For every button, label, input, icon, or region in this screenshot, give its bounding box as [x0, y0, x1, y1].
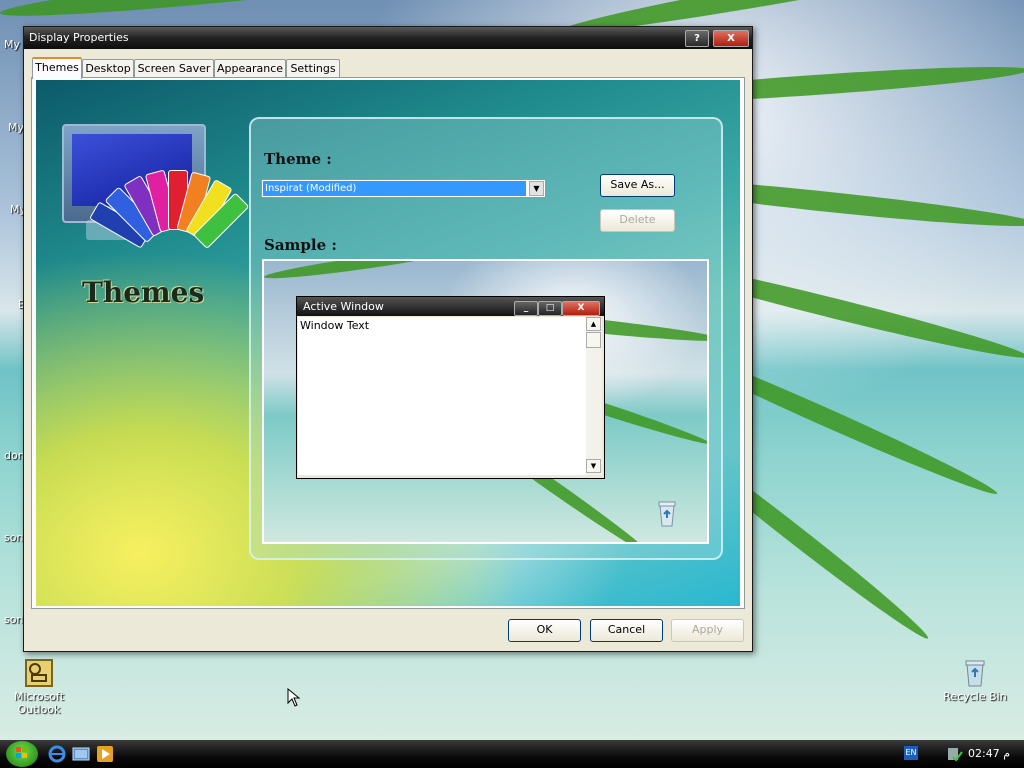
desktop-edge-label[interactable]: son [4, 613, 23, 626]
help-button[interactable]: ? [685, 30, 709, 47]
themes-panel: Themes Theme : Inspirat (Modified) ▼ Sav… [31, 77, 745, 609]
language-indicator[interactable]: EN [904, 746, 918, 760]
scroll-down-icon: ▼ [586, 459, 601, 473]
close-button[interactable]: X [713, 30, 749, 47]
windows-logo-icon [16, 747, 27, 758]
title-bar[interactable]: Display Properties ? X [24, 27, 752, 49]
sample-scrollbar: ▲ ▼ [586, 317, 602, 475]
recycle-bin-icon [960, 658, 990, 688]
desktop-icon-outlook[interactable]: Microsoft Outlook [4, 658, 74, 716]
ok-button[interactable]: OK [508, 619, 581, 642]
scroll-up-icon: ▲ [586, 317, 601, 331]
palm-frond [0, 0, 559, 26]
tab-themes[interactable]: Themes [32, 57, 82, 79]
sample-preview: Active Window _ □ X Window Text ▲ ▼ [262, 259, 709, 544]
outlook-icon [24, 658, 54, 688]
tab-desktop[interactable]: Desktop [82, 59, 134, 77]
delete-button[interactable]: Delete [600, 209, 675, 232]
taskbar: EN 02:47 م [0, 740, 1024, 768]
sample-label: Sample : [264, 236, 337, 254]
desktop-icon-label: Microsoft Outlook [13, 690, 65, 716]
desktop-icon-label: Recycle Bin [943, 690, 1007, 703]
sample-window-text: Window Text [298, 317, 586, 475]
desktop-edge-label[interactable]: My [4, 38, 20, 51]
minimize-icon: _ [514, 301, 538, 316]
display-properties-window: Display Properties ? X Themes Desktop Sc… [23, 26, 753, 652]
desktop-icon-recycle-bin[interactable]: Recycle Bin [940, 658, 1010, 703]
theme-dropdown-value: Inspirat (Modified) [263, 181, 526, 196]
clock[interactable]: 02:47 م [968, 747, 1010, 760]
theme-dropdown[interactable]: Inspirat (Modified) ▼ [261, 179, 546, 198]
themes-logo-text: Themes [82, 276, 205, 309]
tab-screen-saver[interactable]: Screen Saver [134, 59, 214, 77]
desktop-edge-label[interactable]: don [4, 449, 25, 462]
mouse-cursor-icon [287, 688, 301, 707]
theme-label: Theme : [264, 150, 332, 168]
window-title: Display Properties [29, 31, 129, 44]
internet-explorer-icon[interactable] [48, 745, 66, 763]
recycle-bin-icon [658, 501, 676, 527]
tab-settings[interactable]: Settings [286, 59, 340, 77]
themes-panel-background: Themes Theme : Inspirat (Modified) ▼ Sav… [36, 80, 740, 606]
cancel-button[interactable]: Cancel [590, 619, 663, 642]
show-desktop-icon[interactable] [72, 745, 90, 763]
sample-active-window: Active Window _ □ X Window Text ▲ ▼ [296, 296, 605, 479]
close-icon: X [562, 301, 600, 316]
tab-appearance[interactable]: Appearance [214, 59, 286, 77]
scroll-thumb [586, 332, 601, 348]
desktop-edge-label[interactable]: My [8, 121, 24, 134]
chevron-down-icon[interactable]: ▼ [529, 181, 544, 196]
start-button[interactable] [6, 741, 38, 767]
desktop-edge-label[interactable]: son [4, 531, 23, 544]
maximize-icon: □ [538, 301, 562, 316]
apply-button[interactable]: Apply [671, 619, 744, 642]
media-player-icon[interactable] [96, 745, 114, 763]
security-shield-icon[interactable] [946, 745, 964, 763]
save-as-button[interactable]: Save As... [600, 174, 675, 197]
